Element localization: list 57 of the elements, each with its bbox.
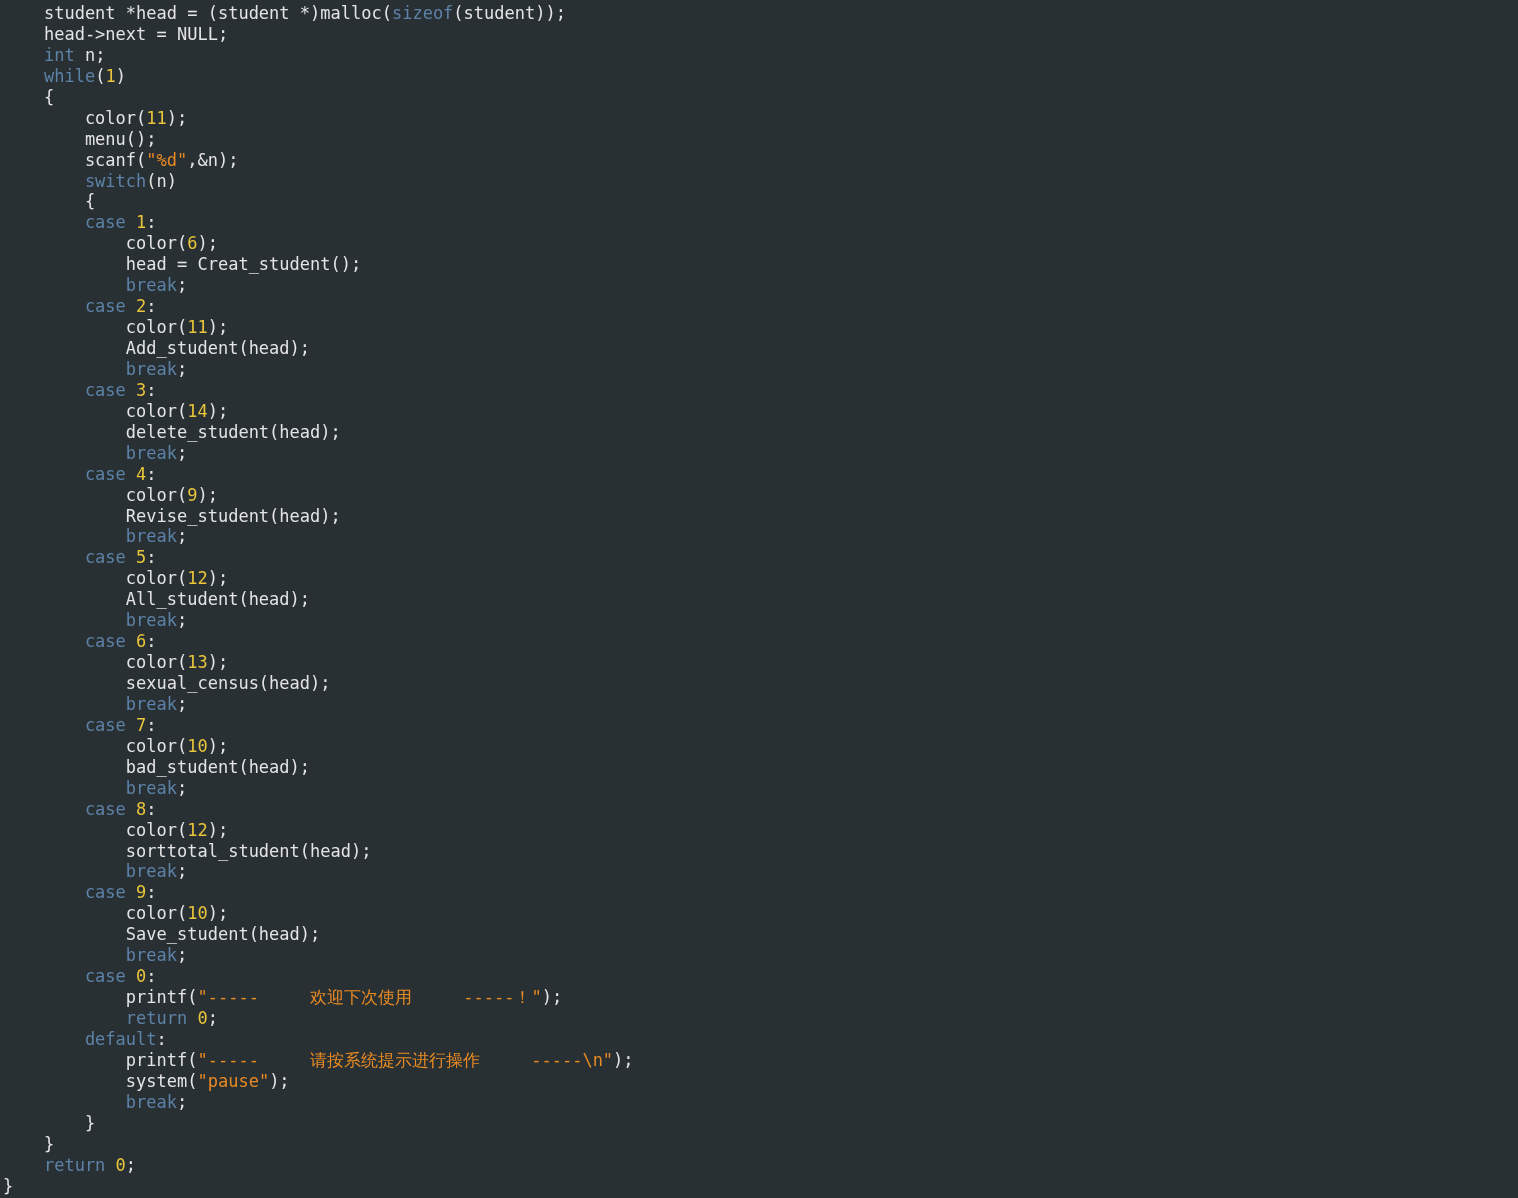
code-line: { [42,86,55,108]
code-line: color(11); [124,317,229,338]
code-line: case 1: [83,212,157,234]
code-line: break; [124,777,188,799]
code-line: system("pause"); [124,1070,290,1092]
code-line: printf("----- 欢迎下次使用 -----！"); [124,987,563,1008]
code-line: switch(n) [83,170,177,192]
code-line: case 6: [83,631,157,653]
code-line: color(12); [124,819,229,841]
code-line: bad_student(head); [124,756,311,778]
code-line: sexual_census(head); [124,673,331,694]
code-line: case 0: [83,966,157,988]
code-line: case 4: [83,463,157,485]
code-line: break; [124,526,188,548]
code-line: case 3: [83,379,157,401]
code-line: Add_student(head); [124,338,311,359]
code-line: color(10); [124,903,229,925]
code-line: break; [124,610,188,632]
code-line: color(14); [124,400,229,422]
code-line: color(13); [124,652,229,673]
code-line: color(10); [124,735,229,757]
code-line: Revise_student(head); [124,505,341,527]
code-line: color(6); [124,233,218,255]
code-line: break; [124,442,188,464]
code-line: delete_student(head); [124,421,341,443]
code-line: break; [124,275,188,297]
code-line: color(9); [124,484,218,506]
code-line: All_student(head); [124,589,311,611]
code-line: break; [124,358,188,380]
code-line: default: [83,1028,167,1050]
code-line: case 5: [83,547,157,569]
code-line: scanf("%d",&n); [83,149,239,171]
code-line: break; [124,945,188,967]
code-line: } [83,1112,96,1134]
code-line: student *head = (student *)malloc(sizeof(student)); [42,3,566,24]
code-line: } [3,1175,14,1197]
code-line: color(11); [83,107,188,129]
code-line: case 7: [83,714,157,736]
code-line: color(12); [124,568,229,590]
code-line: menu(); [83,128,157,150]
code-line: head = Creat_student(); [124,254,362,276]
code-line: case 8: [83,798,157,820]
code-line: sorttotal_student(head); [124,840,372,862]
code-line: return 0; [124,1008,218,1029]
code-line: Save_student(head); [124,924,321,946]
code-line: int n; [42,44,106,66]
code-line: printf("----- 请按系统提示进行操作 -----\n"); [124,1049,634,1071]
code-line: } [42,1133,55,1155]
code-line: { [83,191,96,213]
code-line: break; [124,1091,188,1113]
code-line: while(1) [42,65,126,87]
code-line: break; [124,693,188,715]
code-line: case 2: [83,296,157,318]
code-line: case 9: [83,882,157,904]
code-line: return 0; [42,1154,137,1176]
code-line: head->next = NULL; [42,23,229,45]
code-line: break; [124,861,188,883]
